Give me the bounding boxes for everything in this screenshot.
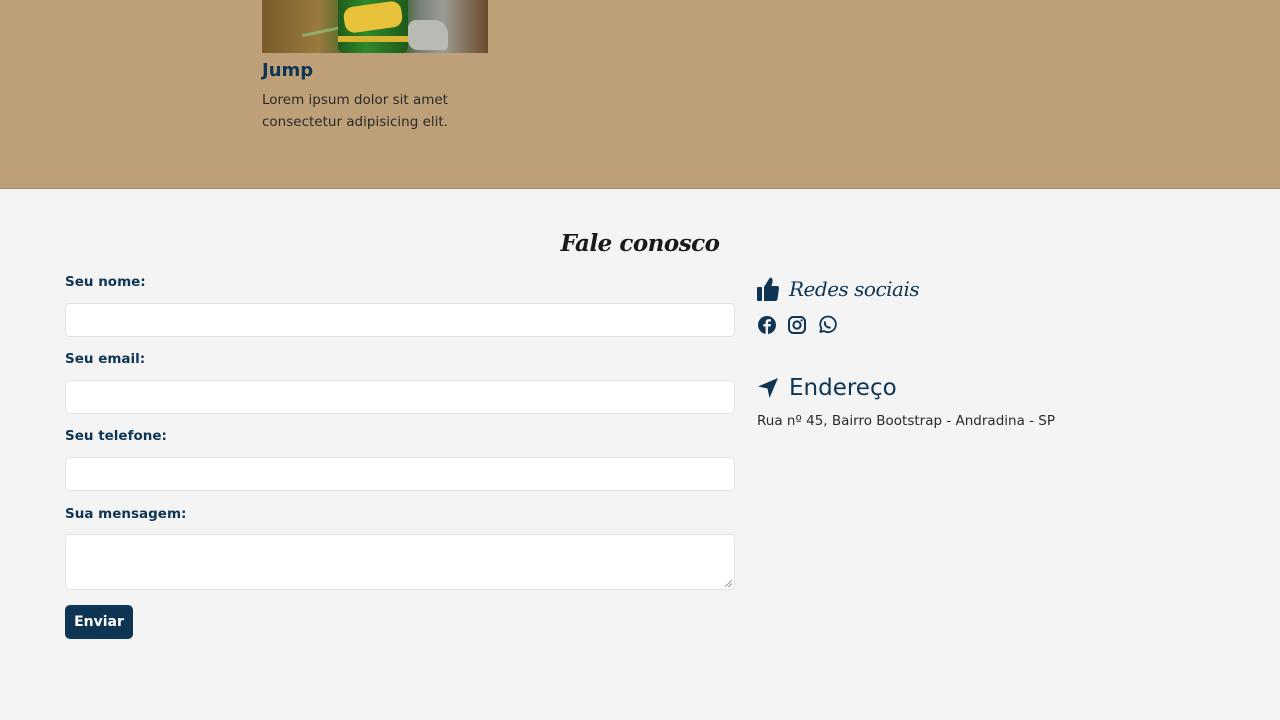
contact-title: Fale conosco xyxy=(560,230,720,257)
address-text: Rua nº 45, Bairro Bootstrap - Andradina … xyxy=(757,413,1056,429)
message-label: Sua mensagem: xyxy=(65,506,187,522)
whatsapp-icon[interactable] xyxy=(817,315,837,335)
location-arrow-icon xyxy=(758,378,778,398)
social-heading-text: Redes sociais xyxy=(789,277,920,301)
instagram-icon[interactable] xyxy=(787,315,807,335)
name-input[interactable] xyxy=(65,303,735,337)
product-image xyxy=(262,0,488,53)
name-label: Seu nome: xyxy=(65,274,146,290)
phone-label: Seu telefone: xyxy=(65,428,167,444)
message-group: Sua mensagem: xyxy=(65,504,735,590)
product-description: Lorem ipsum dolor sit amet consectetur a… xyxy=(262,92,448,130)
email-input[interactable] xyxy=(65,380,735,414)
thumbs-up-icon xyxy=(757,277,779,301)
product-section: Jump Lorem ipsum dolor sit amet consecte… xyxy=(0,0,1280,189)
resize-handle[interactable] xyxy=(725,580,732,587)
email-group: Seu email: xyxy=(65,349,735,414)
social-heading: Redes sociais xyxy=(757,275,920,303)
social-icons xyxy=(757,315,837,335)
name-group: Seu nome: xyxy=(65,272,735,337)
phone-group: Seu telefone: xyxy=(65,426,735,491)
email-label: Seu email: xyxy=(65,351,146,367)
phone-input[interactable] xyxy=(65,457,735,491)
product-card: Jump Lorem ipsum dolor sit amet consecte… xyxy=(262,0,488,130)
send-button[interactable]: Enviar xyxy=(65,605,133,639)
address-heading-text: Endereço xyxy=(789,375,897,401)
product-title: Jump xyxy=(262,60,314,81)
address-heading: Endereço xyxy=(757,375,897,401)
message-textarea[interactable] xyxy=(65,534,735,590)
facebook-icon[interactable] xyxy=(757,315,777,335)
